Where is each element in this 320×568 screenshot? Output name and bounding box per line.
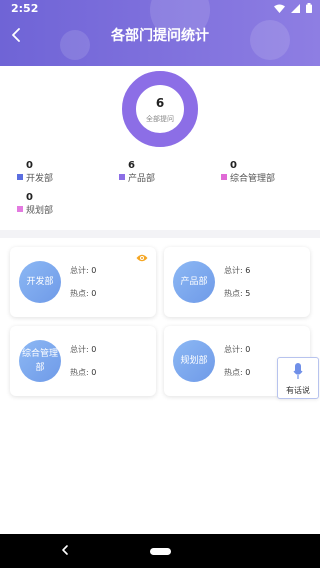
status-icons bbox=[274, 3, 312, 13]
legend-name: 产品部 bbox=[128, 174, 156, 184]
hot-value: 0 bbox=[91, 289, 97, 298]
legend-count: 0 bbox=[26, 192, 33, 203]
section-divider bbox=[0, 230, 320, 238]
dept-avatar: 开发部 bbox=[19, 261, 61, 303]
legend-name: 开发部 bbox=[26, 174, 54, 184]
microphone-icon bbox=[293, 363, 303, 379]
total-stat: 总计: 6 bbox=[224, 265, 250, 276]
feedback-label: 有话说 bbox=[286, 386, 310, 395]
dept-avatar: 综合管理部 bbox=[19, 340, 61, 382]
hot-label: 热点: bbox=[70, 368, 92, 377]
hot-stat: 热点: 0 bbox=[70, 367, 96, 378]
system-back-icon[interactable] bbox=[60, 544, 70, 556]
total-stat: 总计: 0 bbox=[224, 344, 250, 355]
total-count: 6 bbox=[155, 96, 165, 110]
page-title: 各部门提问统计 bbox=[111, 28, 209, 44]
header-bar: 2:52 各部门提问统计 bbox=[0, 0, 320, 66]
total-label: 总计: bbox=[224, 266, 246, 275]
total-value: 6 bbox=[245, 266, 251, 275]
nav-bar: 各部门提问统计 bbox=[0, 20, 320, 50]
battery-icon bbox=[306, 3, 312, 13]
legend-item-product: 6 产品部 bbox=[119, 160, 219, 186]
dept-card-admin[interactable]: 综合管理部 总计: 0 热点: 0 bbox=[10, 326, 156, 396]
status-time: 2:52 bbox=[11, 2, 39, 15]
legend-count: 0 bbox=[26, 160, 33, 171]
hot-stat: 热点: 0 bbox=[70, 288, 96, 299]
signal-icon bbox=[291, 3, 300, 13]
total-label: 总计: bbox=[70, 345, 92, 354]
summary-section: 6 全部提问 0 开发部 6 产品部 0 综合管理部 0 规划部 bbox=[0, 66, 320, 230]
dept-avatar: 产品部 bbox=[173, 261, 215, 303]
legend-name: 综合管理部 bbox=[230, 174, 276, 184]
total-label: 总计: bbox=[70, 266, 92, 275]
total-value: 0 bbox=[245, 345, 251, 354]
hot-label: 热点: bbox=[70, 289, 92, 298]
total-label: 全部提问 bbox=[146, 115, 174, 123]
total-stat: 总计: 0 bbox=[70, 344, 96, 355]
dept-avatar: 规划部 bbox=[173, 340, 215, 382]
legend-count: 0 bbox=[230, 160, 237, 171]
hot-label: 热点: bbox=[224, 368, 246, 377]
hot-value: 5 bbox=[245, 289, 251, 298]
feedback-button[interactable]: 有话说 bbox=[277, 357, 319, 399]
legend-count: 6 bbox=[128, 160, 135, 171]
legend-name: 规划部 bbox=[26, 206, 54, 216]
system-nav-bar bbox=[0, 534, 320, 568]
hot-stat: 热点: 5 bbox=[224, 288, 250, 299]
total-value: 0 bbox=[91, 345, 97, 354]
legend-item-planning: 0 规划部 bbox=[17, 192, 117, 218]
legend-swatch bbox=[119, 174, 125, 180]
hot-stat: 热点: 0 bbox=[224, 367, 250, 378]
dept-card-dev[interactable]: 开发部 总计: 0 热点: 0 bbox=[10, 247, 156, 317]
total-value: 0 bbox=[91, 266, 97, 275]
wifi-icon bbox=[274, 4, 285, 13]
total-label: 总计: bbox=[224, 345, 246, 354]
system-home-button[interactable] bbox=[150, 548, 171, 555]
dept-card-product[interactable]: 产品部 总计: 6 热点: 5 bbox=[164, 247, 310, 317]
total-stat: 总计: 0 bbox=[70, 265, 96, 276]
hot-value: 0 bbox=[91, 368, 97, 377]
eye-icon[interactable] bbox=[136, 254, 148, 262]
hot-label: 热点: bbox=[224, 289, 246, 298]
legend-swatch bbox=[221, 174, 227, 180]
legend-swatch bbox=[17, 174, 23, 180]
status-bar: 2:52 bbox=[0, 0, 320, 18]
legend-item-admin: 0 综合管理部 bbox=[221, 160, 320, 186]
hot-value: 0 bbox=[245, 368, 251, 377]
legend-item-dev: 0 开发部 bbox=[17, 160, 117, 186]
legend-swatch bbox=[17, 206, 23, 212]
